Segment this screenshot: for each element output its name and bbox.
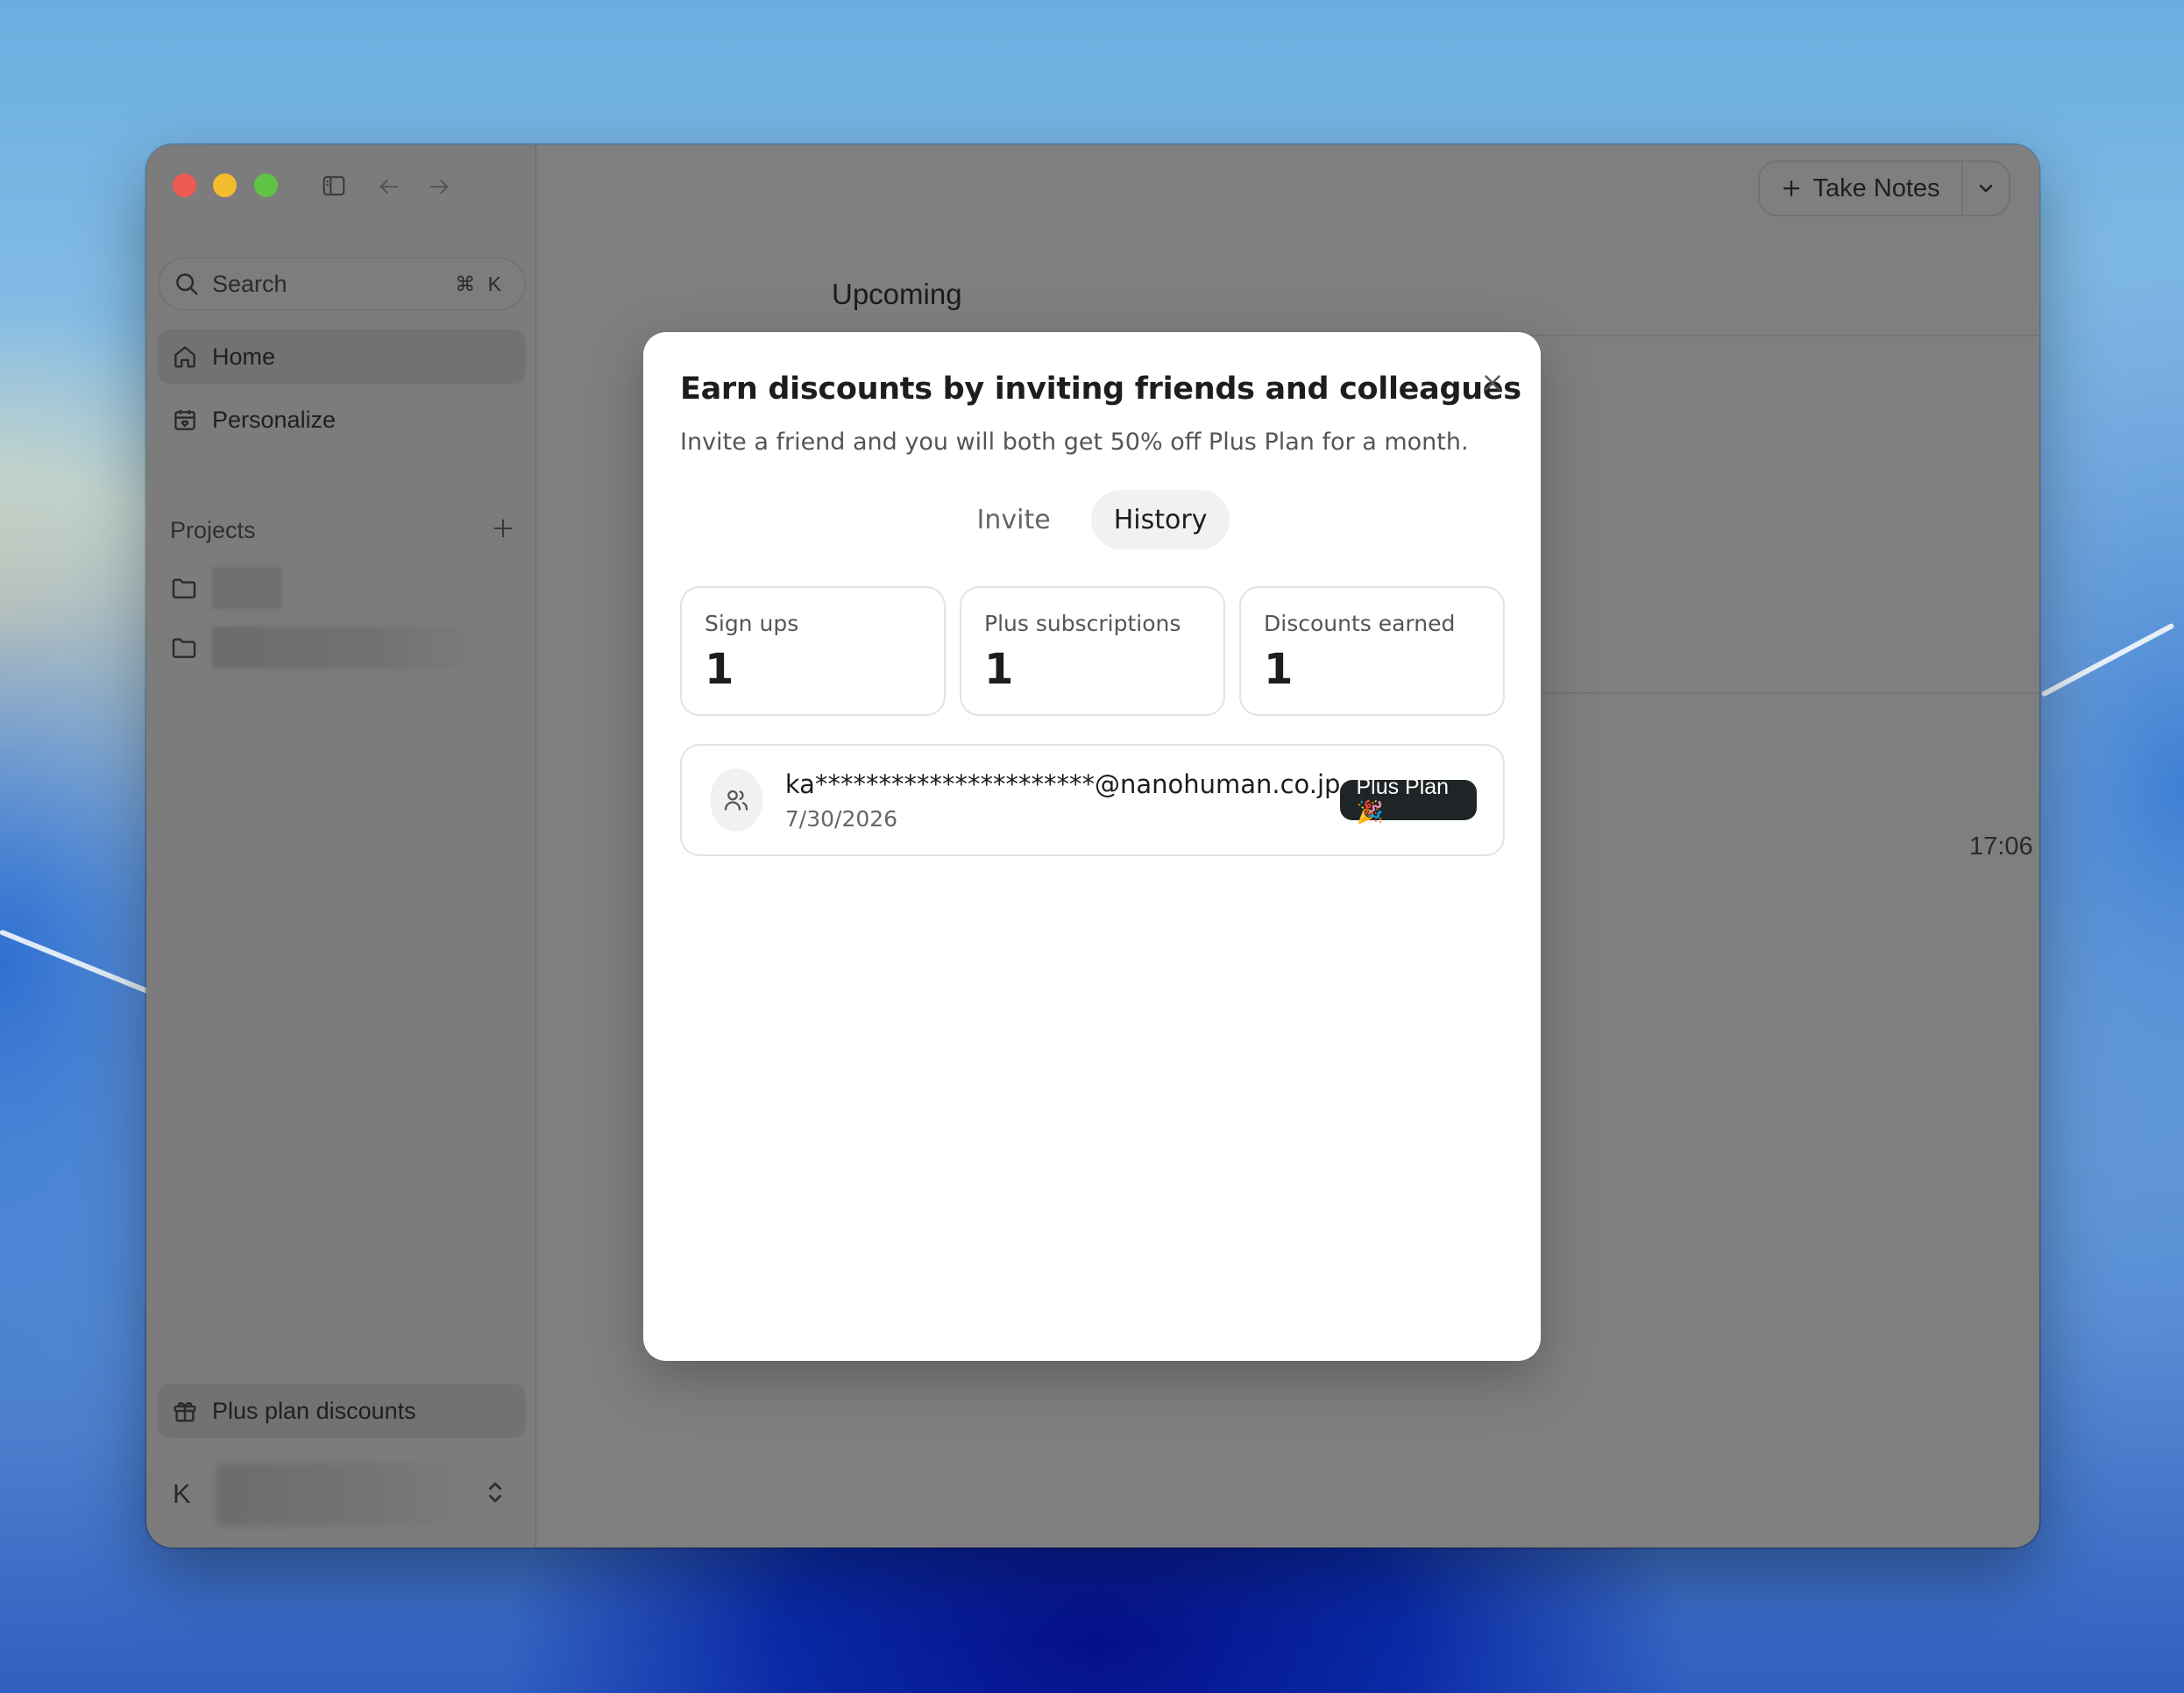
plus-plan-discounts-label: Plus plan discounts [212,1397,416,1424]
modal-tabs: Invite History [643,490,1541,549]
nav-item-home[interactable]: Home [158,329,526,384]
tab-history[interactable]: History [1090,490,1230,549]
nav-item-label: Personalize [212,406,337,433]
close-window-button[interactable] [173,174,196,197]
stat-card-sign-ups: Sign ups 1 [680,586,946,716]
tab-invite[interactable]: Invite [954,490,1074,549]
list-item: ka**********************@nanohuman.co.jp… [680,744,1505,856]
stat-label: Sign ups [705,611,799,636]
stat-label: Plus subscriptions [984,611,1181,636]
plus-icon [1783,180,1800,197]
plus-plan-discounts-button[interactable]: Plus plan discounts [158,1384,526,1438]
nav-item-label: Home [212,343,276,370]
redacted-account-name [216,1463,453,1526]
project-item[interactable] [170,627,475,669]
search-icon [176,273,198,295]
upcoming-heading: Upcoming [832,278,962,310]
close-icon[interactable] [1479,370,1506,400]
take-notes-dropdown-button[interactable] [1961,162,2009,215]
modal-title: Earn discounts by inviting friends and c… [680,372,1521,407]
modal-subtitle: Invite a friend and you will both get 50… [680,429,1469,456]
avatar-initial: K [173,1478,191,1509]
nav-item-personalize[interactable]: Personalize [158,393,526,447]
projects-heading: Projects [170,517,256,543]
stats-row: Sign ups 1 Plus subscriptions 1 Discount… [680,586,1505,716]
search-bar[interactable]: Search ⌘ K [158,257,526,311]
redacted-project-name [212,567,282,609]
folder-icon [172,578,196,599]
stat-value: 1 [1264,645,1294,694]
invite-modal: Earn discounts by inviting friends and c… [643,332,1541,1361]
add-project-icon[interactable] [491,516,515,545]
stat-value: 1 [705,645,734,694]
stat-card-discounts-earned: Discounts earned 1 [1239,586,1505,716]
event-time: 17:06 [1969,832,2033,861]
stat-label: Discounts earned [1264,611,1456,636]
take-notes-button[interactable]: Take Notes [1760,162,1961,215]
chevron-down-icon [1979,184,1993,193]
stat-card-plus-subscriptions: Plus subscriptions 1 [960,586,1225,716]
history-text: ka**********************@nanohuman.co.jp… [785,769,1341,832]
chevron-up-down-icon [485,1477,506,1512]
redacted-project-name [212,627,475,669]
wallpaper-streak [0,929,156,996]
sidebar-toggle-icon[interactable] [321,173,347,199]
calendar-heart-icon [174,409,195,430]
gift-icon [174,1402,196,1422]
plan-badge: Plus Plan 🎉 [1340,775,1477,825]
forward-arrow-icon[interactable] [427,174,451,199]
users-icon [710,769,762,832]
zoom-window-button[interactable] [254,174,278,197]
folder-icon [172,638,196,658]
take-notes-button-group: Take Notes [1758,160,2010,216]
take-notes-label: Take Notes [1812,174,1940,202]
search-label: Search [212,270,287,297]
stat-value: 1 [984,645,1014,694]
account-switcher[interactable]: K [173,1459,523,1529]
invitee-email: ka**********************@nanohuman.co.jp [784,769,1341,799]
sidebar: Search ⌘ K Home Personalize Projects Plu… [146,145,536,1548]
minimize-window-button[interactable] [213,174,237,197]
wallpaper-streak [2040,622,2175,698]
project-item[interactable] [170,567,282,609]
home-icon [174,346,195,368]
search-shortcut: ⌘ K [455,272,505,295]
invite-date: 7/30/2026 [784,805,898,832]
back-arrow-icon[interactable] [377,174,401,199]
